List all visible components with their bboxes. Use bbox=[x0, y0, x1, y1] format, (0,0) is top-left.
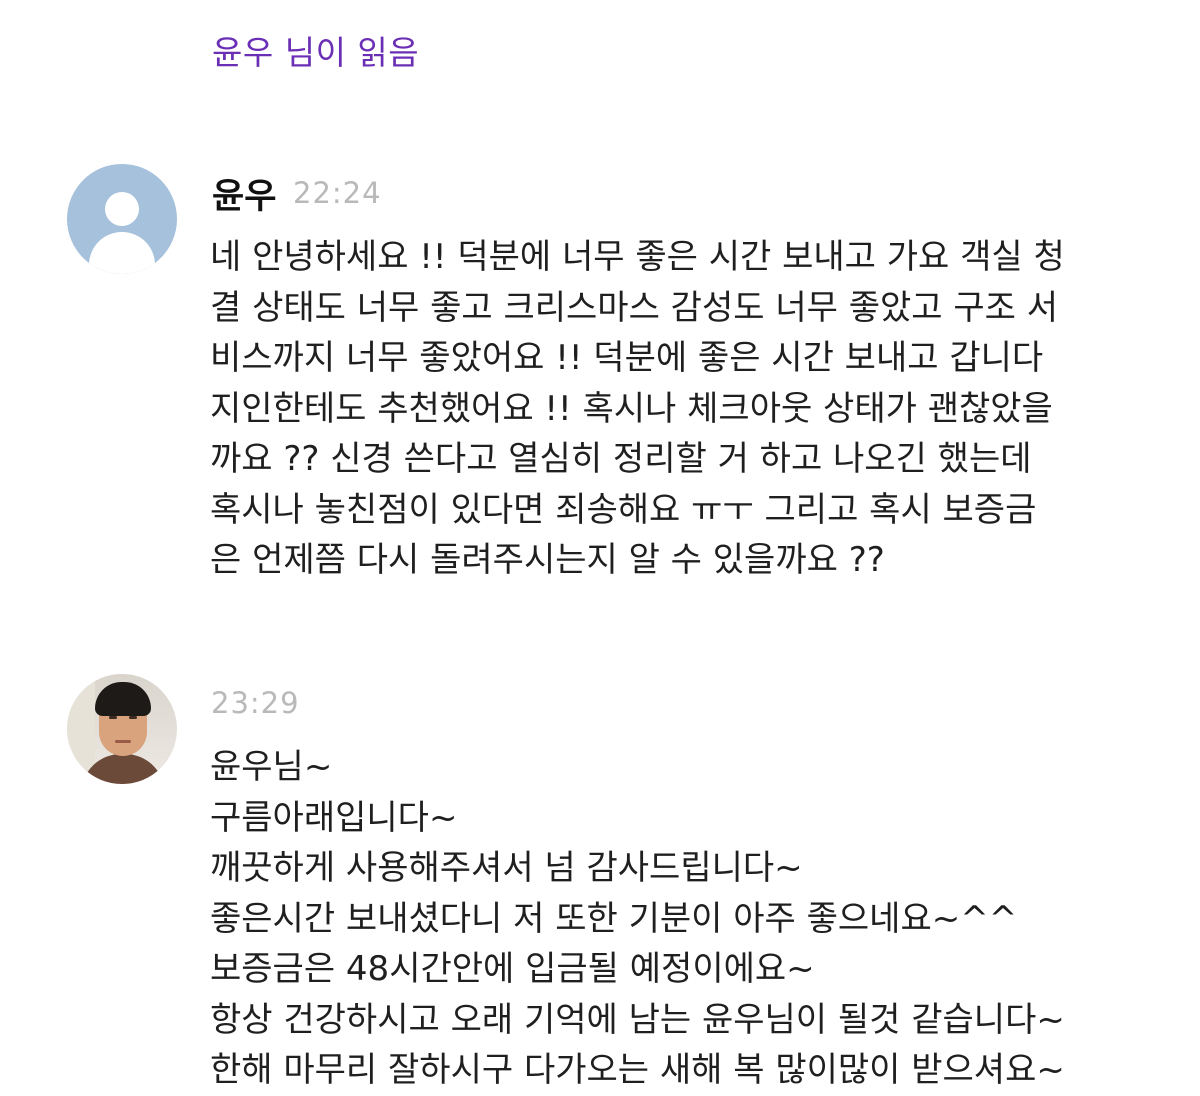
message-line: 구름아래입니다~ bbox=[210, 797, 458, 838]
message-line: 비스까지 너무 좋았어요 !! 덕분에 좋은 시간 보내고 갑니다 bbox=[210, 338, 1044, 378]
photo-mouth bbox=[115, 740, 131, 743]
message-time: 22:24 bbox=[293, 176, 382, 210]
message-line: 한해 마무리 잘하시구 다가오는 새해 복 많이많이 받으셔요~ bbox=[210, 1050, 1065, 1090]
message-line: 까요 ?? 신경 쓴다고 열심히 정리할 거 하고 나오긴 했는데 bbox=[210, 439, 1032, 479]
message-line: 은 언제쯤 다시 돌려주시는지 알 수 있을까요 ?? bbox=[210, 540, 885, 580]
message-line: 항상 건강하시고 오래 기억에 남는 윤우님이 될것 같습니다~ bbox=[210, 999, 1065, 1040]
message-line: 윤우님~ bbox=[210, 747, 333, 787]
read-receipt: 윤우 님이 읽음 bbox=[212, 33, 420, 72]
message-line: 결 상태도 너무 좋고 크리스마스 감성도 너무 좋았고 구조 서 bbox=[210, 287, 1058, 328]
message-line: 네 안녕하세요 !! 덕분에 너무 좋은 시간 보내고 가요 객실 청 bbox=[210, 237, 1065, 277]
message-text: 윤우님~ 구름아래입니다~ 깨끗하게 사용해주셔서 넘 감사드립니다~ 좋은시간… bbox=[210, 742, 1065, 1096]
sender-name: 윤우 bbox=[212, 177, 277, 217]
avatar-shoulders-shape bbox=[89, 232, 155, 274]
host-profile-photo[interactable] bbox=[67, 674, 177, 784]
message-line: 지인한테도 추천했어요 !! 혹시나 체크아웃 상태가 괜찮았을 bbox=[210, 388, 1053, 429]
message-text: 네 안녕하세요 !! 덕분에 너무 좋은 시간 보내고 가요 객실 청 결 상태… bbox=[210, 232, 1065, 586]
message-line: 보증금은 48시간안에 입금될 예정이에요~ bbox=[210, 949, 815, 989]
avatar-head-shape bbox=[105, 192, 139, 226]
message-line: 깨끗하게 사용해주셔서 넘 감사드립니다~ bbox=[210, 848, 803, 888]
message-time: 23:29 bbox=[211, 686, 300, 720]
default-profile-icon[interactable] bbox=[67, 164, 177, 274]
message-line: 혹시나 놓친점이 있다면 죄송해요 ㅠㅜ 그리고 혹시 보증금 bbox=[210, 489, 1037, 530]
message-line: 좋은시간 보내셨다니 저 또한 기분이 아주 좋으네요~^^ bbox=[210, 898, 1018, 939]
photo-eye bbox=[129, 716, 137, 719]
photo-eye bbox=[109, 716, 117, 719]
photo-hair bbox=[95, 682, 151, 716]
